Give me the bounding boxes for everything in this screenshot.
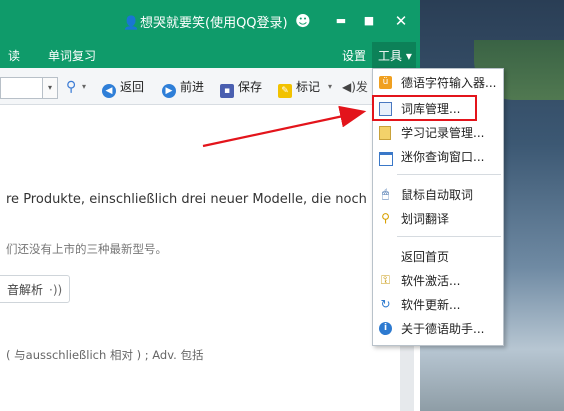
annotation-arrow [202, 105, 367, 148]
